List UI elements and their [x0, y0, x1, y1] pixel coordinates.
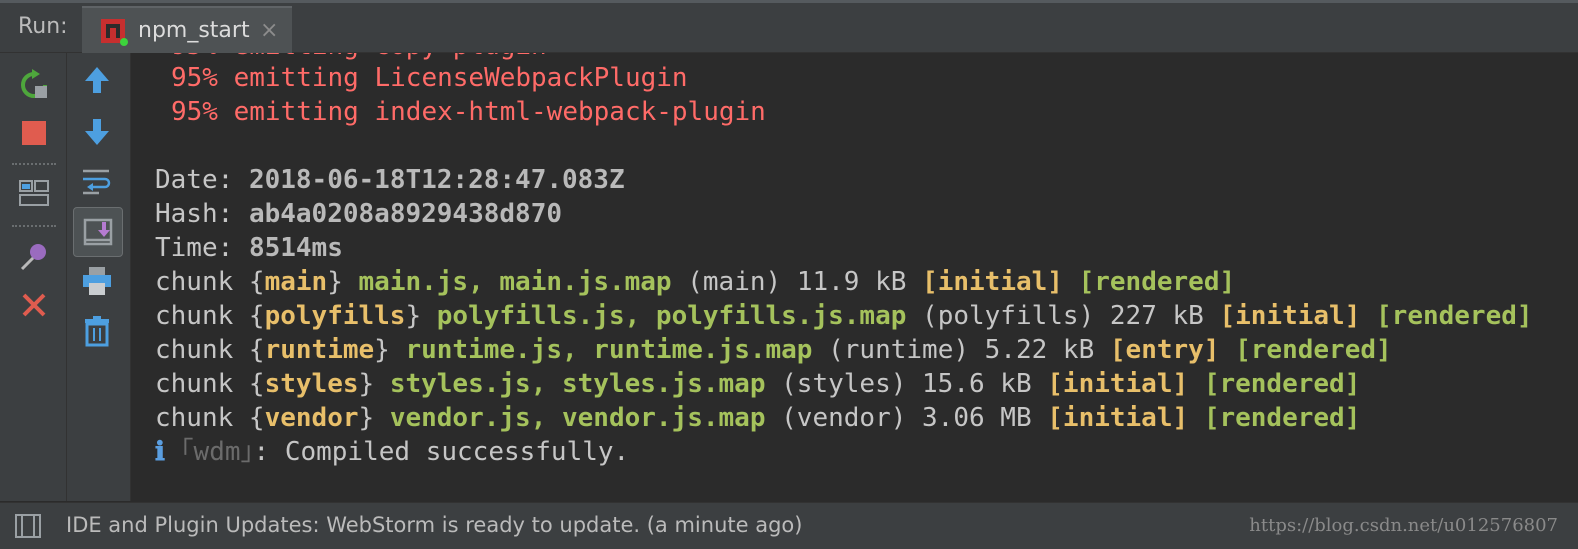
close-icon[interactable] [14, 285, 54, 325]
chunk-tag-rendered: [rendered] [1078, 267, 1236, 297]
console-line-chunk: chunk {main} main.js, main.js.map (main)… [155, 265, 1235, 299]
brace: } [405, 301, 437, 331]
time-label: Time: [155, 233, 234, 263]
chunk-name: styles [264, 369, 359, 399]
stop-icon[interactable] [14, 113, 54, 153]
soft-wrap-icon[interactable] [77, 161, 117, 201]
time-value: 8514ms [248, 233, 343, 263]
status-bar: IDE and Plugin Updates: WebStorm is read… [0, 502, 1578, 549]
chunk-info: (styles) 15.6 kB [765, 369, 1048, 399]
chunk-prefix: chunk [155, 335, 249, 365]
print-icon[interactable] [77, 261, 117, 301]
chunk-tag-rendered: [rendered] [1203, 403, 1361, 433]
run-toolwindow-header: Run: npm_start × [0, 0, 1578, 54]
info-icon: ℹ [155, 437, 165, 467]
tab-npm-start[interactable]: npm_start × [82, 6, 292, 54]
scroll-to-end-icon[interactable] [73, 207, 123, 257]
chunk-name: runtime [264, 335, 375, 365]
run-actions-toolbar [0, 53, 67, 501]
brace: { [248, 403, 265, 433]
chunk-name: vendor [264, 403, 359, 433]
chunk-name: polyfills [264, 301, 406, 331]
console-line-time: Time: 8514ms [155, 231, 343, 265]
chunk-tag-rendered: [rendered] [1203, 369, 1361, 399]
console-line-hash: Hash: ab4a0208a8929438d870 [155, 197, 562, 231]
console-actions-toolbar [67, 53, 131, 501]
toggle-tool-windows-icon[interactable] [14, 512, 42, 540]
chunk-tag: [initial] [1047, 403, 1189, 433]
chunk-prefix: chunk [155, 403, 249, 433]
console-line-compiled: ℹ ｢wdm｣: Compiled successfully. [155, 435, 629, 469]
chunk-files: vendor.js, vendor.js.map [389, 403, 766, 433]
console-line-date: Date: 2018-06-18T12:28:47.083Z [155, 163, 625, 197]
chunk-tag-rendered: [rendered] [1235, 335, 1392, 365]
tab-close-icon[interactable]: × [260, 18, 278, 43]
console-line-emit: 95% emitting LicenseWebpackPlugin [171, 63, 688, 93]
brace: { [248, 369, 265, 399]
arrow-up-icon[interactable] [77, 61, 117, 101]
chunk-files: runtime.js, runtime.js.map [405, 335, 813, 365]
console-line-emit: 95% emitting index-html-webpack-plugin [171, 97, 766, 127]
chunk-name: main [264, 267, 328, 297]
chunk-tag: [initial] [1047, 369, 1189, 399]
pin-icon[interactable] [14, 237, 54, 277]
brace: } [327, 267, 359, 297]
layout-icon[interactable] [14, 173, 54, 213]
brace: { [248, 267, 265, 297]
console-output[interactable]: 95% emitting copy-plugin 95% emitting Li… [131, 53, 1578, 501]
tab-title: npm_start [138, 18, 250, 43]
arrow-down-icon[interactable] [77, 111, 117, 151]
chunk-tag-rendered: [rendered] [1376, 301, 1533, 331]
date-value: 2018-06-18T12:28:47.083Z [248, 165, 625, 195]
wdm-tag: ｢wdm｣ [180, 437, 254, 467]
chunk-prefix: chunk [155, 369, 249, 399]
chunk-info: (vendor) 3.06 MB [765, 403, 1048, 433]
chunk-files: polyfills.js, polyfills.js.map [436, 301, 907, 331]
chunk-prefix: chunk [155, 267, 249, 297]
chunk-info: (main) 11.9 kB [671, 267, 923, 297]
toolbar-separator [12, 163, 56, 165]
chunk-tag: [entry] [1109, 335, 1220, 365]
brace: } [374, 335, 406, 365]
brace: } [358, 369, 390, 399]
status-message[interactable]: IDE and Plugin Updates: WebStorm is read… [66, 513, 802, 537]
watermark: https://blog.csdn.net/u012576807 [1249, 515, 1558, 536]
compiled-message: : Compiled successfully. [253, 437, 630, 467]
chunk-files: styles.js, styles.js.map [389, 369, 766, 399]
chunk-info: (polyfills) 227 kB [906, 301, 1220, 331]
trash-icon[interactable] [77, 311, 117, 351]
run-label: Run: [18, 14, 68, 39]
console-line-chunk: chunk {runtime} runtime.js, runtime.js.m… [155, 333, 1392, 367]
chunk-tag: [initial] [922, 267, 1063, 297]
brace: { [248, 335, 265, 365]
hash-label: Hash: [155, 199, 234, 229]
rerun-icon[interactable] [14, 65, 54, 105]
chunk-tag: [initial] [1219, 301, 1361, 331]
console-line-chunk: chunk {styles} styles.js, styles.js.map … [155, 367, 1360, 401]
top-edge [0, 0, 1578, 3]
brace: { [248, 301, 265, 331]
npm-icon [101, 19, 128, 46]
date-label: Date: [155, 165, 234, 195]
chunk-prefix: chunk [155, 301, 249, 331]
console-line-chunk: chunk {polyfills} polyfills.js, polyfill… [155, 299, 1533, 333]
brace: } [358, 403, 390, 433]
console-line-chunk: chunk {vendor} vendor.js, vendor.js.map … [155, 401, 1360, 435]
chunk-files: main.js, main.js.map [358, 267, 672, 297]
chunk-info: (runtime) 5.22 kB [812, 335, 1110, 365]
hash-value: ab4a0208a8929438d870 [248, 199, 563, 229]
toolbar-separator [12, 225, 56, 227]
